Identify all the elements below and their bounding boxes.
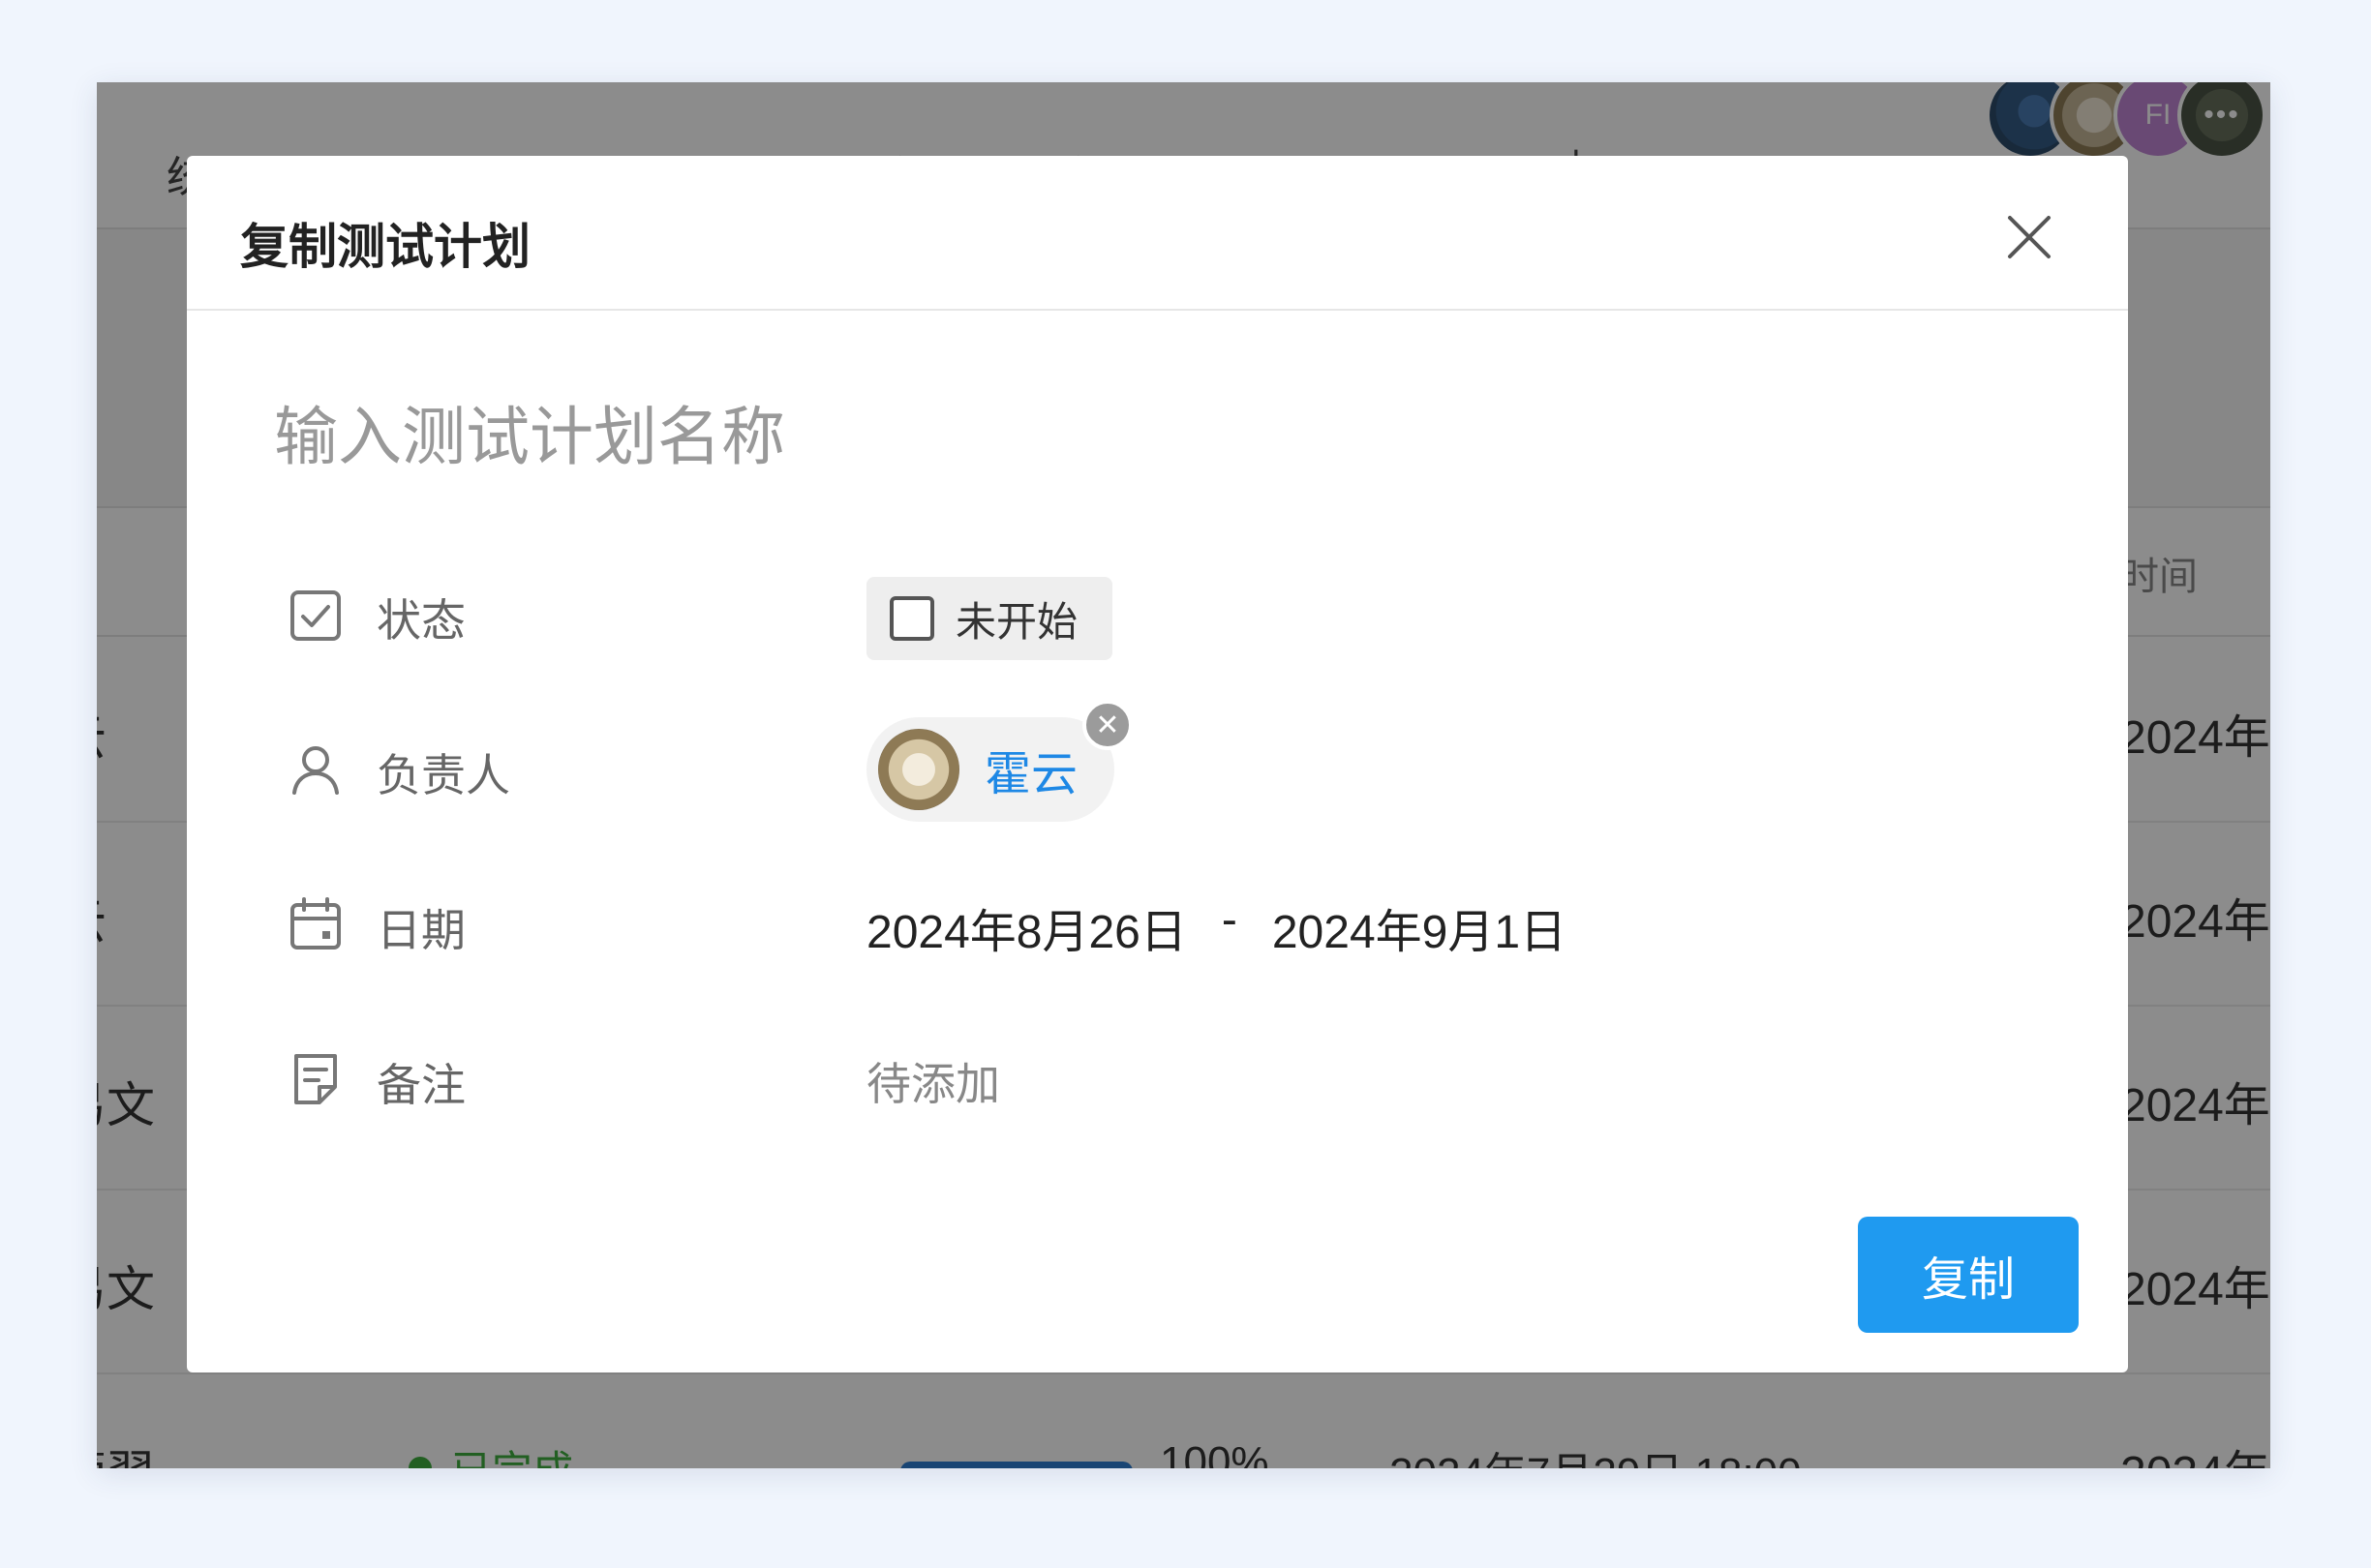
dialog-header: 复制测试计划 <box>187 156 2128 311</box>
note-field-label: 备注 <box>377 1060 466 1110</box>
note-value[interactable]: 待添加 <box>866 1049 1000 1113</box>
status-selector[interactable]: 未开始 <box>866 577 1112 660</box>
avatar <box>878 729 959 810</box>
dialog-title: 复制测试计划 <box>240 220 531 274</box>
copy-button[interactable]: 复制 <box>1858 1217 2079 1333</box>
owner-name: 霍云 <box>985 749 1079 800</box>
close-icon: ✕ <box>1095 709 1120 741</box>
user-icon <box>292 746 339 795</box>
calendar-icon <box>290 897 341 950</box>
close-icon[interactable] <box>2002 210 2056 264</box>
end-date[interactable]: 2024年9月1日 <box>1272 893 1566 961</box>
unchecked-box-icon <box>890 596 934 641</box>
status-field-label: 状态 <box>377 595 466 646</box>
plan-name-input[interactable] <box>274 388 1436 485</box>
note-icon <box>294 1054 337 1104</box>
checkbox-icon <box>290 590 341 641</box>
date-range-picker[interactable]: 2024年8月26日 - 2024年9月1日 <box>866 893 1566 961</box>
date-field-label: 日期 <box>377 905 466 955</box>
remove-owner-button[interactable]: ✕ <box>1082 700 1133 750</box>
start-date[interactable]: 2024年8月26日 <box>866 893 1187 961</box>
copy-test-plan-dialog: 复制测试计划 状态 未开始 负责人 霍云 ✕ 日期 2024年8月26日 <box>187 156 2128 1372</box>
owner-chip[interactable]: 霍云 <box>866 717 1114 822</box>
date-separator: - <box>1221 894 1237 946</box>
owner-field-label: 负责人 <box>377 750 510 800</box>
status-value: 未开始 <box>956 598 1079 645</box>
